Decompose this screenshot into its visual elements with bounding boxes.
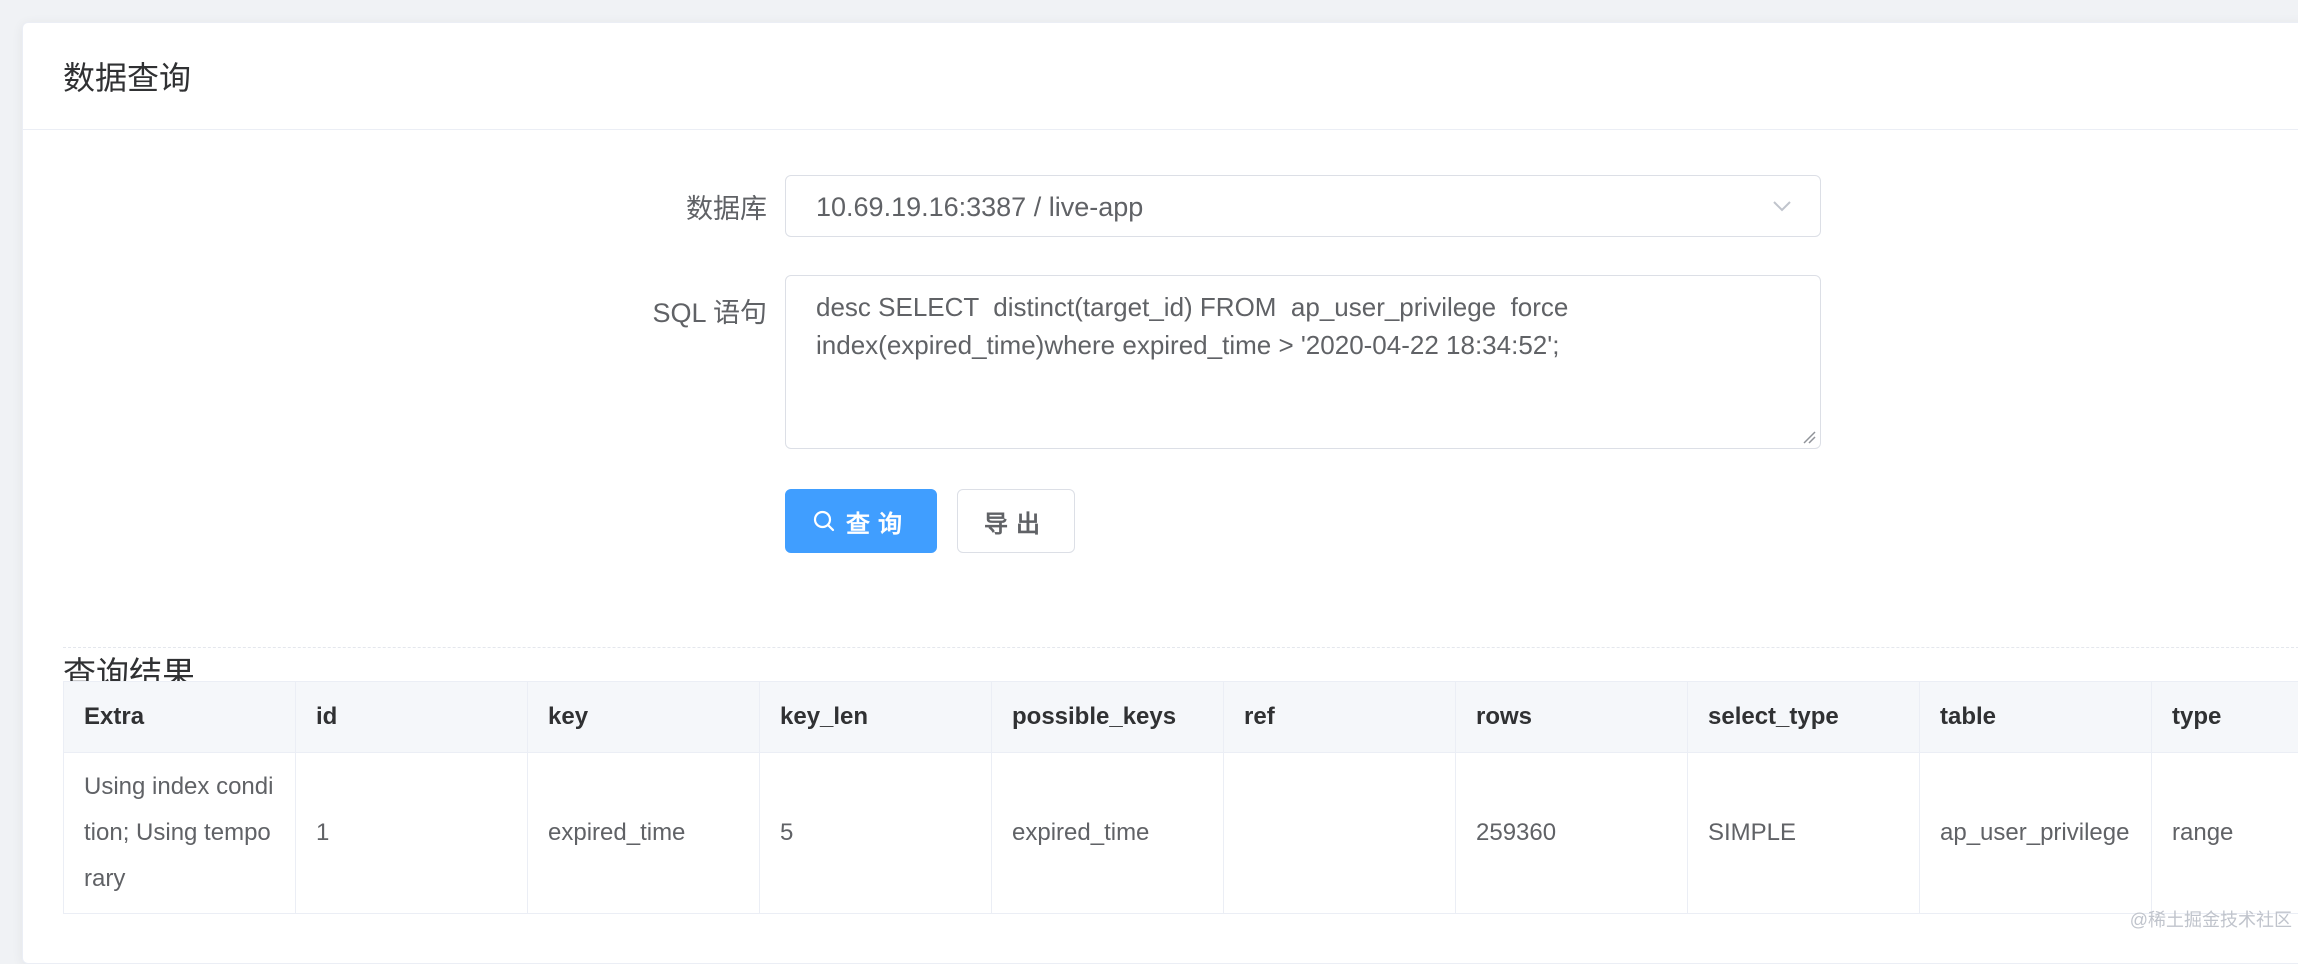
column-header-select-type: select_type: [1688, 682, 1920, 753]
table-header-row: Extra id key key_len possible_keys ref r…: [64, 682, 2298, 753]
card-header: 数据查询: [23, 23, 2298, 130]
column-header-type: type: [2152, 682, 2298, 753]
table-cell: SIMPLE: [1688, 753, 1920, 914]
table-cell: 259360: [1456, 753, 1688, 914]
resize-handle-icon[interactable]: [1802, 430, 1816, 444]
table-cell: Using index condition; Using temporary: [64, 753, 296, 914]
query-button-label: 查询: [846, 504, 910, 539]
search-icon: [812, 509, 836, 533]
column-header-table: table: [1920, 682, 2152, 753]
sql-textarea[interactable]: desc SELECT distinct(target_id) FROM ap_…: [785, 275, 1821, 449]
table-cell: range: [2152, 753, 2298, 914]
database-select[interactable]: 10.69.19.16:3387 / live-app: [785, 175, 1821, 237]
section-divider: [63, 647, 2298, 648]
table-cell: expired_time: [528, 753, 760, 914]
table-cell: 1: [296, 753, 528, 914]
column-header-key: key: [528, 682, 760, 753]
column-header-key-len: key_len: [760, 682, 992, 753]
export-button[interactable]: 导出: [957, 489, 1075, 553]
database-select-value: 10.69.19.16:3387 / live-app: [816, 192, 1143, 223]
table-row: Using index condition; Using temporary 1…: [64, 753, 2298, 914]
column-header-possible-keys: possible_keys: [992, 682, 1224, 753]
page-title: 数据查询: [63, 53, 191, 99]
table-cell: 5: [760, 753, 992, 914]
column-header-rows: rows: [1456, 682, 1688, 753]
table-cell: ap_user_privilege: [1920, 753, 2152, 914]
sql-textarea-value: desc SELECT distinct(target_id) FROM ap_…: [816, 288, 1796, 364]
database-label: 数据库: [467, 187, 767, 226]
sql-label: SQL 语句: [467, 291, 767, 330]
table-cell: expired_time: [992, 753, 1224, 914]
watermark: @稀土掘金技术社区: [2130, 906, 2292, 932]
column-header-extra: Extra: [64, 682, 296, 753]
export-button-label: 导出: [984, 504, 1048, 539]
query-button[interactable]: 查询: [785, 489, 937, 553]
column-header-id: id: [296, 682, 528, 753]
query-card: 数据查询 数据库 10.69.19.16:3387 / live-app SQL…: [22, 22, 2298, 964]
column-header-ref: ref: [1224, 682, 1456, 753]
table-cell: [1224, 753, 1456, 914]
results-table: Extra id key key_len possible_keys ref r…: [63, 681, 2298, 914]
chevron-down-icon: [1770, 194, 1794, 218]
